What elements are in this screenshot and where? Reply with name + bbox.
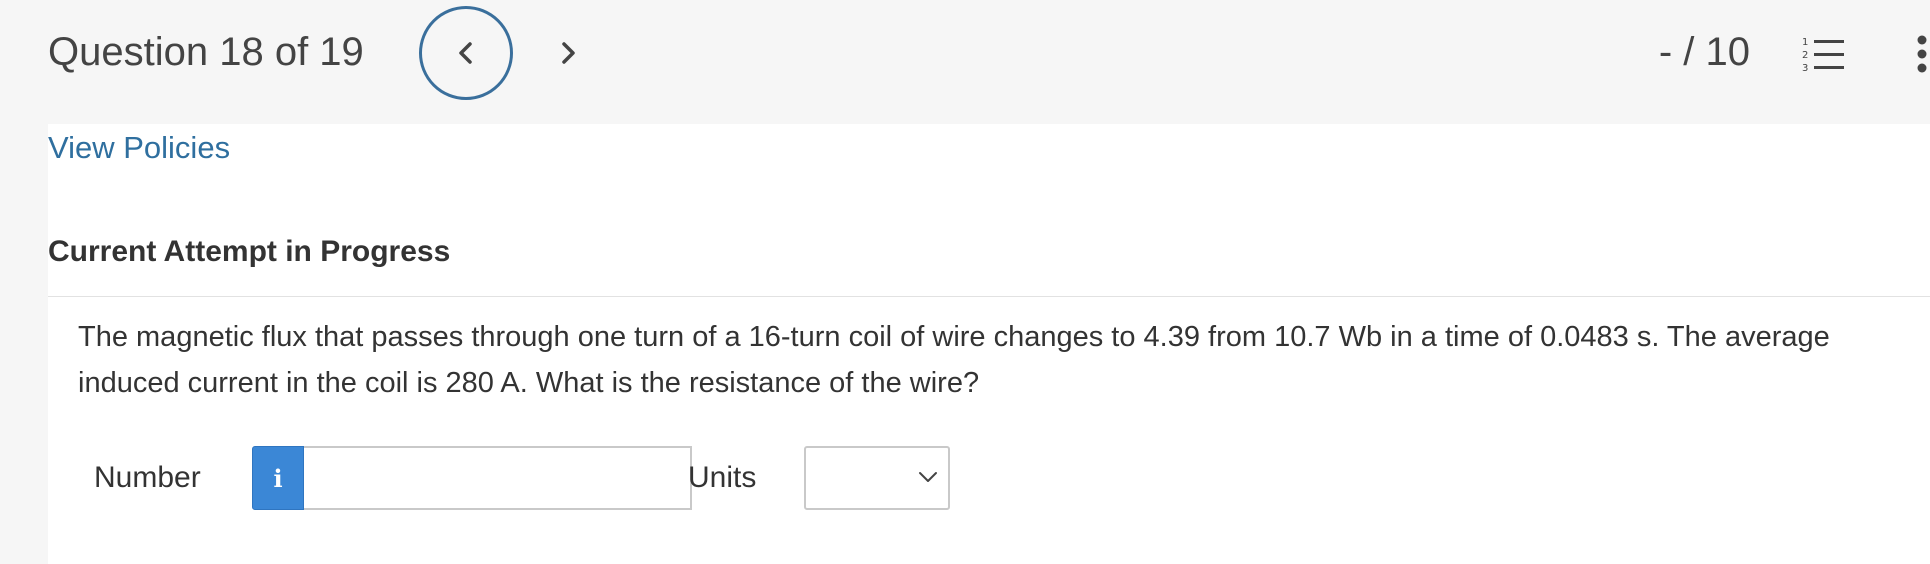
svg-text:2: 2 — [1802, 50, 1808, 61]
svg-text:1: 1 — [1802, 37, 1808, 48]
question-text: The magnetic flux that passes through on… — [78, 321, 1830, 399]
next-question-button[interactable] — [548, 30, 588, 76]
attempt-status-heading: Current Attempt in Progress — [48, 235, 451, 268]
number-input[interactable] — [304, 446, 692, 510]
previous-question-button[interactable] — [419, 6, 513, 100]
chevron-left-icon — [459, 42, 472, 64]
question-header: Question 18 of 19 - / 10 1 2 3 — [0, 0, 1930, 124]
chevron-down-icon — [919, 472, 937, 482]
view-policies-link[interactable]: View Policies — [48, 128, 230, 168]
number-label: Number — [94, 461, 201, 494]
numbered-list-icon: 1 2 3 — [1802, 37, 1844, 74]
section-divider — [48, 296, 1930, 297]
info-icon: i — [273, 463, 283, 493]
question-content: View Policies Current Attempt in Progres… — [48, 124, 1930, 564]
more-vertical-icon — [1917, 35, 1927, 73]
chevron-right-icon — [562, 42, 575, 64]
more-options-button[interactable] — [1908, 34, 1930, 74]
units-dropdown[interactable] — [804, 446, 950, 510]
units-label: Units — [688, 461, 757, 494]
score-display: - / 10 — [1658, 30, 1750, 74]
question-list-button[interactable]: 1 2 3 — [1800, 34, 1846, 74]
question-position: Question 18 of 19 — [48, 30, 364, 74]
svg-text:3: 3 — [1802, 63, 1808, 74]
info-button[interactable]: i — [252, 446, 304, 510]
